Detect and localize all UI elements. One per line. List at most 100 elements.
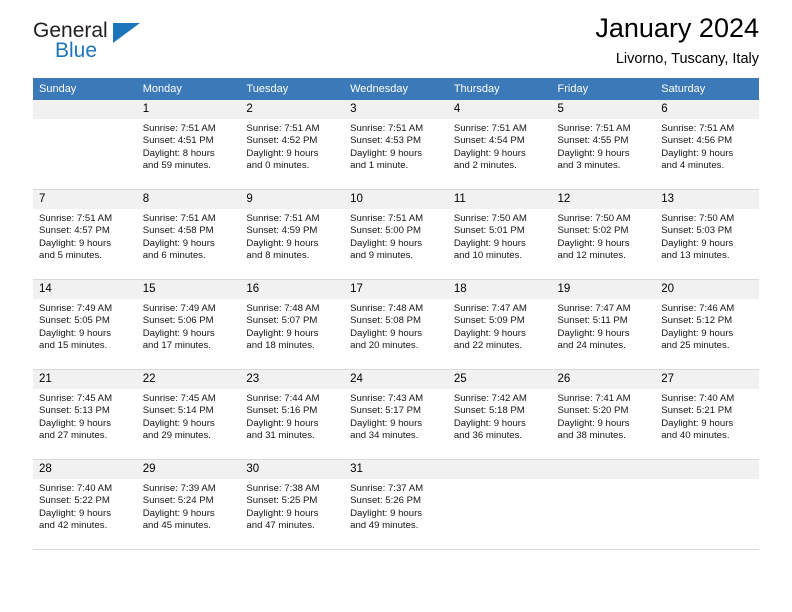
day-info-line: and 25 minutes. xyxy=(661,340,730,352)
day-info-line: Sunrise: 7:48 AM xyxy=(350,303,424,314)
weekday-header-wednesday: Wednesday xyxy=(344,78,448,100)
calendar-day-cell[interactable]: 12 Sunrise: 7:50 AM Sunset: 5:02 PM Dayligh… xyxy=(551,190,656,280)
day-info-line: Sunrise: 7:50 AM xyxy=(557,213,631,224)
calendar-day-cell[interactable]: 4 Sunrise: 7:51 AM Sunset: 4:54 PM Daylight… xyxy=(447,100,552,190)
day-number xyxy=(33,100,137,119)
day-info-line: Sunset: 5:17 PM xyxy=(350,405,422,417)
day-info-line: Daylight: 9 hours xyxy=(39,507,111,519)
calendar-day-cell[interactable]: 22 Sunrise: 7:45 AM Sunset: 5:14 PM Dayligh… xyxy=(136,370,241,460)
day-sun-info: Sunrise: 7:48 AM Sunset: 5:07 PM Daylight:… xyxy=(240,299,344,353)
calendar-day-cell[interactable]: 3 Sunrise: 7:51 AM Sunset: 4:53 PM Daylight… xyxy=(344,100,448,190)
day-info-line: and 36 minutes. xyxy=(453,430,523,442)
day-info-line: Sunset: 5:01 PM xyxy=(453,225,525,237)
day-info-line: Sunrise: 7:51 AM xyxy=(142,123,216,134)
day-info-line: Sunset: 5:20 PM xyxy=(557,405,629,417)
day-info-line: Daylight: 9 hours xyxy=(39,327,111,339)
day-info-line: Sunrise: 7:51 AM xyxy=(557,123,631,134)
day-cell-inner: 25 Sunrise: 7:42 AM Sunset: 5:18 PM Dayligh… xyxy=(447,370,552,460)
day-info-line: Sunrise: 7:40 AM xyxy=(661,393,735,404)
day-info-line: Sunset: 5:05 PM xyxy=(39,315,110,327)
day-info-line: Daylight: 9 hours xyxy=(350,147,423,159)
day-info-line: and 27 minutes. xyxy=(39,430,108,442)
day-cell-inner: 8 Sunrise: 7:51 AM Sunset: 4:58 PM Daylight… xyxy=(136,190,241,280)
day-info-line: Sunset: 5:00 PM xyxy=(350,225,422,237)
day-number: 8 xyxy=(136,190,241,209)
calendar-body: 1 Sunrise: 7:51 AM Sunset: 4:51 PM Daylight… xyxy=(33,100,759,550)
day-sun-info: Sunrise: 7:47 AM Sunset: 5:11 PM Daylight:… xyxy=(552,299,656,353)
calendar-day-cell[interactable]: 19 Sunrise: 7:47 AM Sunset: 5:11 PM Dayligh… xyxy=(551,280,656,370)
calendar-day-cell[interactable]: 28 Sunrise: 7:40 AM Sunset: 5:22 PM Dayligh… xyxy=(33,460,137,550)
calendar-day-cell[interactable]: 5 Sunrise: 7:51 AM Sunset: 4:55 PM Daylight… xyxy=(551,100,656,190)
day-info-line: and 42 minutes. xyxy=(39,520,108,532)
day-sun-info xyxy=(655,479,759,483)
day-number: 20 xyxy=(655,280,759,299)
calendar-day-cell-empty xyxy=(551,460,656,550)
day-number: 24 xyxy=(344,370,448,389)
day-info-line: Daylight: 9 hours xyxy=(142,237,215,249)
calendar-day-cell[interactable]: 10 Sunrise: 7:51 AM Sunset: 5:00 PM Dayligh… xyxy=(344,190,448,280)
calendar-day-cell[interactable]: 26 Sunrise: 7:41 AM Sunset: 5:20 PM Dayligh… xyxy=(551,370,656,460)
day-info-line: Daylight: 9 hours xyxy=(453,237,526,249)
day-info-line: Sunrise: 7:50 AM xyxy=(453,213,527,224)
calendar-day-cell[interactable]: 6 Sunrise: 7:51 AM Sunset: 4:56 PM Daylight… xyxy=(655,100,759,190)
calendar-day-cell[interactable]: 25 Sunrise: 7:42 AM Sunset: 5:18 PM Dayligh… xyxy=(447,370,552,460)
day-number xyxy=(551,460,656,479)
day-info-line: Sunrise: 7:42 AM xyxy=(453,393,527,404)
day-number: 10 xyxy=(344,190,448,209)
calendar-day-cell-empty xyxy=(447,460,552,550)
day-sun-info: Sunrise: 7:40 AM Sunset: 5:21 PM Daylight:… xyxy=(655,389,759,443)
calendar-day-cell[interactable]: 31 Sunrise: 7:37 AM Sunset: 5:26 PM Dayligh… xyxy=(344,460,448,550)
calendar-table: Sunday Monday Tuesday Wednesday Thursday Frid… xyxy=(33,78,759,550)
day-number: 15 xyxy=(136,280,241,299)
day-info-line: Sunset: 4:51 PM xyxy=(142,135,214,147)
day-info-line: Sunrise: 7:49 AM xyxy=(39,303,113,314)
calendar-day-cell[interactable]: 21 Sunrise: 7:45 AM Sunset: 5:13 PM Dayligh… xyxy=(33,370,137,460)
day-sun-info: Sunrise: 7:50 AM Sunset: 5:03 PM Daylight:… xyxy=(655,209,759,263)
day-sun-info: Sunrise: 7:40 AM Sunset: 5:22 PM Daylight:… xyxy=(33,479,137,533)
day-info-line: and 24 minutes. xyxy=(557,340,626,352)
day-info-line: Sunrise: 7:51 AM xyxy=(453,123,527,134)
calendar-day-cell[interactable]: 24 Sunrise: 7:43 AM Sunset: 5:17 PM Dayligh… xyxy=(344,370,448,460)
calendar-day-cell[interactable]: 23 Sunrise: 7:44 AM Sunset: 5:16 PM Dayligh… xyxy=(240,370,345,460)
day-sun-info: Sunrise: 7:39 AM Sunset: 5:24 PM Daylight:… xyxy=(137,479,241,533)
weekday-header-friday: Friday xyxy=(551,78,656,100)
day-info-line: and 40 minutes. xyxy=(661,430,730,442)
calendar-day-cell[interactable]: 20 Sunrise: 7:46 AM Sunset: 5:12 PM Dayligh… xyxy=(655,280,759,370)
day-info-line: Sunrise: 7:39 AM xyxy=(142,483,216,494)
calendar-day-cell[interactable]: 27 Sunrise: 7:40 AM Sunset: 5:21 PM Dayligh… xyxy=(655,370,759,460)
day-info-line: Daylight: 9 hours xyxy=(453,147,526,159)
calendar-day-cell[interactable]: 17 Sunrise: 7:48 AM Sunset: 5:08 PM Dayligh… xyxy=(344,280,448,370)
generalblue-logo: General Blue xyxy=(33,20,153,68)
day-sun-info: Sunrise: 7:49 AM Sunset: 5:06 PM Daylight:… xyxy=(137,299,241,353)
calendar-day-cell[interactable]: 13 Sunrise: 7:50 AM Sunset: 5:03 PM Dayligh… xyxy=(655,190,759,280)
calendar-day-cell[interactable]: 16 Sunrise: 7:48 AM Sunset: 5:07 PM Dayligh… xyxy=(240,280,345,370)
day-info-line: Sunrise: 7:51 AM xyxy=(661,123,735,134)
day-cell-inner: 9 Sunrise: 7:51 AM Sunset: 4:59 PM Daylight… xyxy=(240,190,345,280)
logo-text-blue: Blue xyxy=(55,39,98,62)
calendar-day-cell[interactable]: 2 Sunrise: 7:51 AM Sunset: 4:52 PM Daylight… xyxy=(240,100,345,190)
day-info-line: and 38 minutes. xyxy=(557,430,626,442)
day-info-line: and 5 minutes. xyxy=(39,250,102,262)
day-info-line: Sunset: 4:52 PM xyxy=(246,135,318,147)
calendar-day-cell[interactable]: 8 Sunrise: 7:51 AM Sunset: 4:58 PM Daylight… xyxy=(136,190,241,280)
calendar-day-cell[interactable]: 1 Sunrise: 7:51 AM Sunset: 4:51 PM Daylight… xyxy=(136,100,241,190)
calendar-day-cell[interactable]: 9 Sunrise: 7:51 AM Sunset: 4:59 PM Daylight… xyxy=(240,190,345,280)
day-sun-info: Sunrise: 7:37 AM Sunset: 5:26 PM Daylight:… xyxy=(344,479,448,533)
day-info-line: Daylight: 9 hours xyxy=(246,147,319,159)
day-cell-inner: 15 Sunrise: 7:49 AM Sunset: 5:06 PM Dayligh… xyxy=(136,280,241,370)
day-info-line: Sunrise: 7:51 AM xyxy=(350,213,424,224)
day-sun-info: Sunrise: 7:46 AM Sunset: 5:12 PM Daylight:… xyxy=(655,299,759,353)
day-cell-inner: 1 Sunrise: 7:51 AM Sunset: 4:51 PM Daylight… xyxy=(136,100,241,190)
calendar-day-cell[interactable]: 14 Sunrise: 7:49 AM Sunset: 5:05 PM Dayligh… xyxy=(33,280,137,370)
calendar-day-cell[interactable]: 15 Sunrise: 7:49 AM Sunset: 5:06 PM Dayligh… xyxy=(136,280,241,370)
day-info-line: Sunset: 4:55 PM xyxy=(557,135,629,147)
calendar-day-cell[interactable]: 30 Sunrise: 7:38 AM Sunset: 5:25 PM Dayligh… xyxy=(240,460,345,550)
calendar-day-cell[interactable]: 29 Sunrise: 7:39 AM Sunset: 5:24 PM Dayligh… xyxy=(136,460,241,550)
day-number: 9 xyxy=(240,190,345,209)
day-cell-inner: 16 Sunrise: 7:48 AM Sunset: 5:07 PM Dayligh… xyxy=(240,280,345,370)
day-info-line: Daylight: 9 hours xyxy=(246,327,319,339)
calendar-day-cell[interactable]: 7 Sunrise: 7:51 AM Sunset: 4:57 PM Daylight… xyxy=(33,190,137,280)
day-info-line: Sunset: 5:14 PM xyxy=(142,405,214,417)
calendar-day-cell[interactable]: 11 Sunrise: 7:50 AM Sunset: 5:01 PM Dayligh… xyxy=(447,190,552,280)
calendar-day-cell[interactable]: 18 Sunrise: 7:47 AM Sunset: 5:09 PM Dayligh… xyxy=(447,280,552,370)
